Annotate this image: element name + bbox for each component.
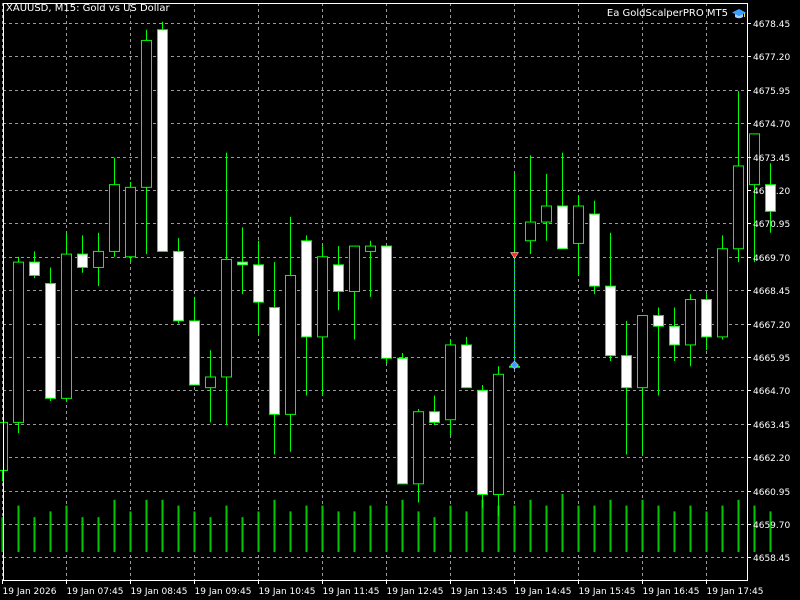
bear-candle xyxy=(237,261,248,266)
time-label: 19 Jan 17:45 xyxy=(707,587,764,597)
bear-candle xyxy=(589,213,600,287)
time-label: 19 Jan 09:45 xyxy=(195,587,252,597)
bear-candle xyxy=(653,315,664,327)
bear-candle xyxy=(429,411,440,423)
bull-candle xyxy=(61,253,72,399)
price-label: 4673.45 xyxy=(753,154,790,164)
bear-candle xyxy=(461,344,472,389)
expert-advisor-label[interactable]: Ea GoldScalperPRO MT5 xyxy=(606,8,746,19)
time-label: 19 Jan 12:45 xyxy=(387,587,444,597)
bear-candle xyxy=(253,264,264,303)
bear-candle xyxy=(397,357,408,485)
bull-candle xyxy=(349,245,360,293)
price-label: 4663.45 xyxy=(753,421,790,431)
price-label: 4669.70 xyxy=(753,254,790,264)
bear-candle xyxy=(173,250,184,322)
bull-candle xyxy=(493,373,504,496)
bull-candle xyxy=(541,205,552,223)
bull-candle xyxy=(365,245,376,252)
bull-candle xyxy=(413,411,424,485)
time-label: 19 Jan 10:45 xyxy=(259,587,316,597)
price-label: 4672.20 xyxy=(753,187,790,197)
bull-candle xyxy=(93,250,104,268)
bull-candle xyxy=(733,165,744,250)
price-chart[interactable]: 4678.45 4677.20 4675.95 4674.70 4673.45 4672.… xyxy=(0,0,800,600)
price-label: 4659.70 xyxy=(753,521,790,531)
price-label: 4660.95 xyxy=(753,488,790,498)
price-label: 4678.45 xyxy=(753,20,790,30)
bull-candle xyxy=(205,376,216,389)
price-label: 4677.20 xyxy=(753,53,790,63)
bull-candle xyxy=(109,184,120,252)
bear-candle xyxy=(605,285,616,357)
bear-candle xyxy=(157,29,168,252)
time-label: 19 Jan 16:45 xyxy=(643,587,700,597)
ea-name: Ea GoldScalperPRO MT5 xyxy=(606,8,728,19)
price-label: 4674.70 xyxy=(753,120,790,130)
bear-candle xyxy=(269,307,280,415)
time-label: 19 Jan 14:45 xyxy=(515,587,572,597)
bear-candle xyxy=(669,325,680,346)
bull-candle xyxy=(285,274,296,415)
time-label: 19 Jan 11:45 xyxy=(323,587,380,597)
price-label: 4670.95 xyxy=(753,220,790,230)
time-label: 19 Jan 13:45 xyxy=(451,587,508,597)
bull-candle xyxy=(13,261,24,423)
graduation-cap-icon xyxy=(732,8,746,19)
time-label: 19 Jan 2026 xyxy=(3,587,57,597)
bear-candle xyxy=(189,320,200,386)
bear-candle xyxy=(77,253,88,268)
price-label: 4675.95 xyxy=(753,87,790,97)
bear-candle xyxy=(29,261,40,276)
price-label: 4658.45 xyxy=(753,554,790,564)
bear-candle xyxy=(381,245,392,359)
price-label: 4665.95 xyxy=(753,354,790,364)
price-label: 4664.70 xyxy=(753,387,790,397)
bear-candle xyxy=(45,282,56,399)
bull-candle xyxy=(525,221,536,242)
bull-candle xyxy=(573,205,584,244)
bull-candle xyxy=(221,258,232,378)
price-label: 4667.20 xyxy=(753,321,790,331)
time-label: 19 Jan 15:45 xyxy=(579,587,636,597)
price-label: 4662.20 xyxy=(753,454,790,464)
price-label: 4668.45 xyxy=(753,287,790,297)
bear-candle xyxy=(701,299,712,338)
bull-candle xyxy=(317,256,328,338)
bear-candle xyxy=(333,264,344,293)
bear-candle xyxy=(477,389,488,496)
bull-candle xyxy=(445,344,456,421)
chart-title: XAUUSD, M15: Gold vs US Dollar xyxy=(6,3,170,14)
bull-candle xyxy=(637,315,648,389)
bear-candle xyxy=(557,205,568,250)
bear-candle xyxy=(621,355,632,389)
time-label: 19 Jan 07:45 xyxy=(67,587,124,597)
bull-candle xyxy=(141,39,152,188)
bear-candle xyxy=(301,240,312,338)
bull-candle xyxy=(685,299,696,346)
bull-candle xyxy=(717,248,728,338)
bull-candle xyxy=(125,186,136,258)
time-label: 19 Jan 08:45 xyxy=(131,587,188,597)
